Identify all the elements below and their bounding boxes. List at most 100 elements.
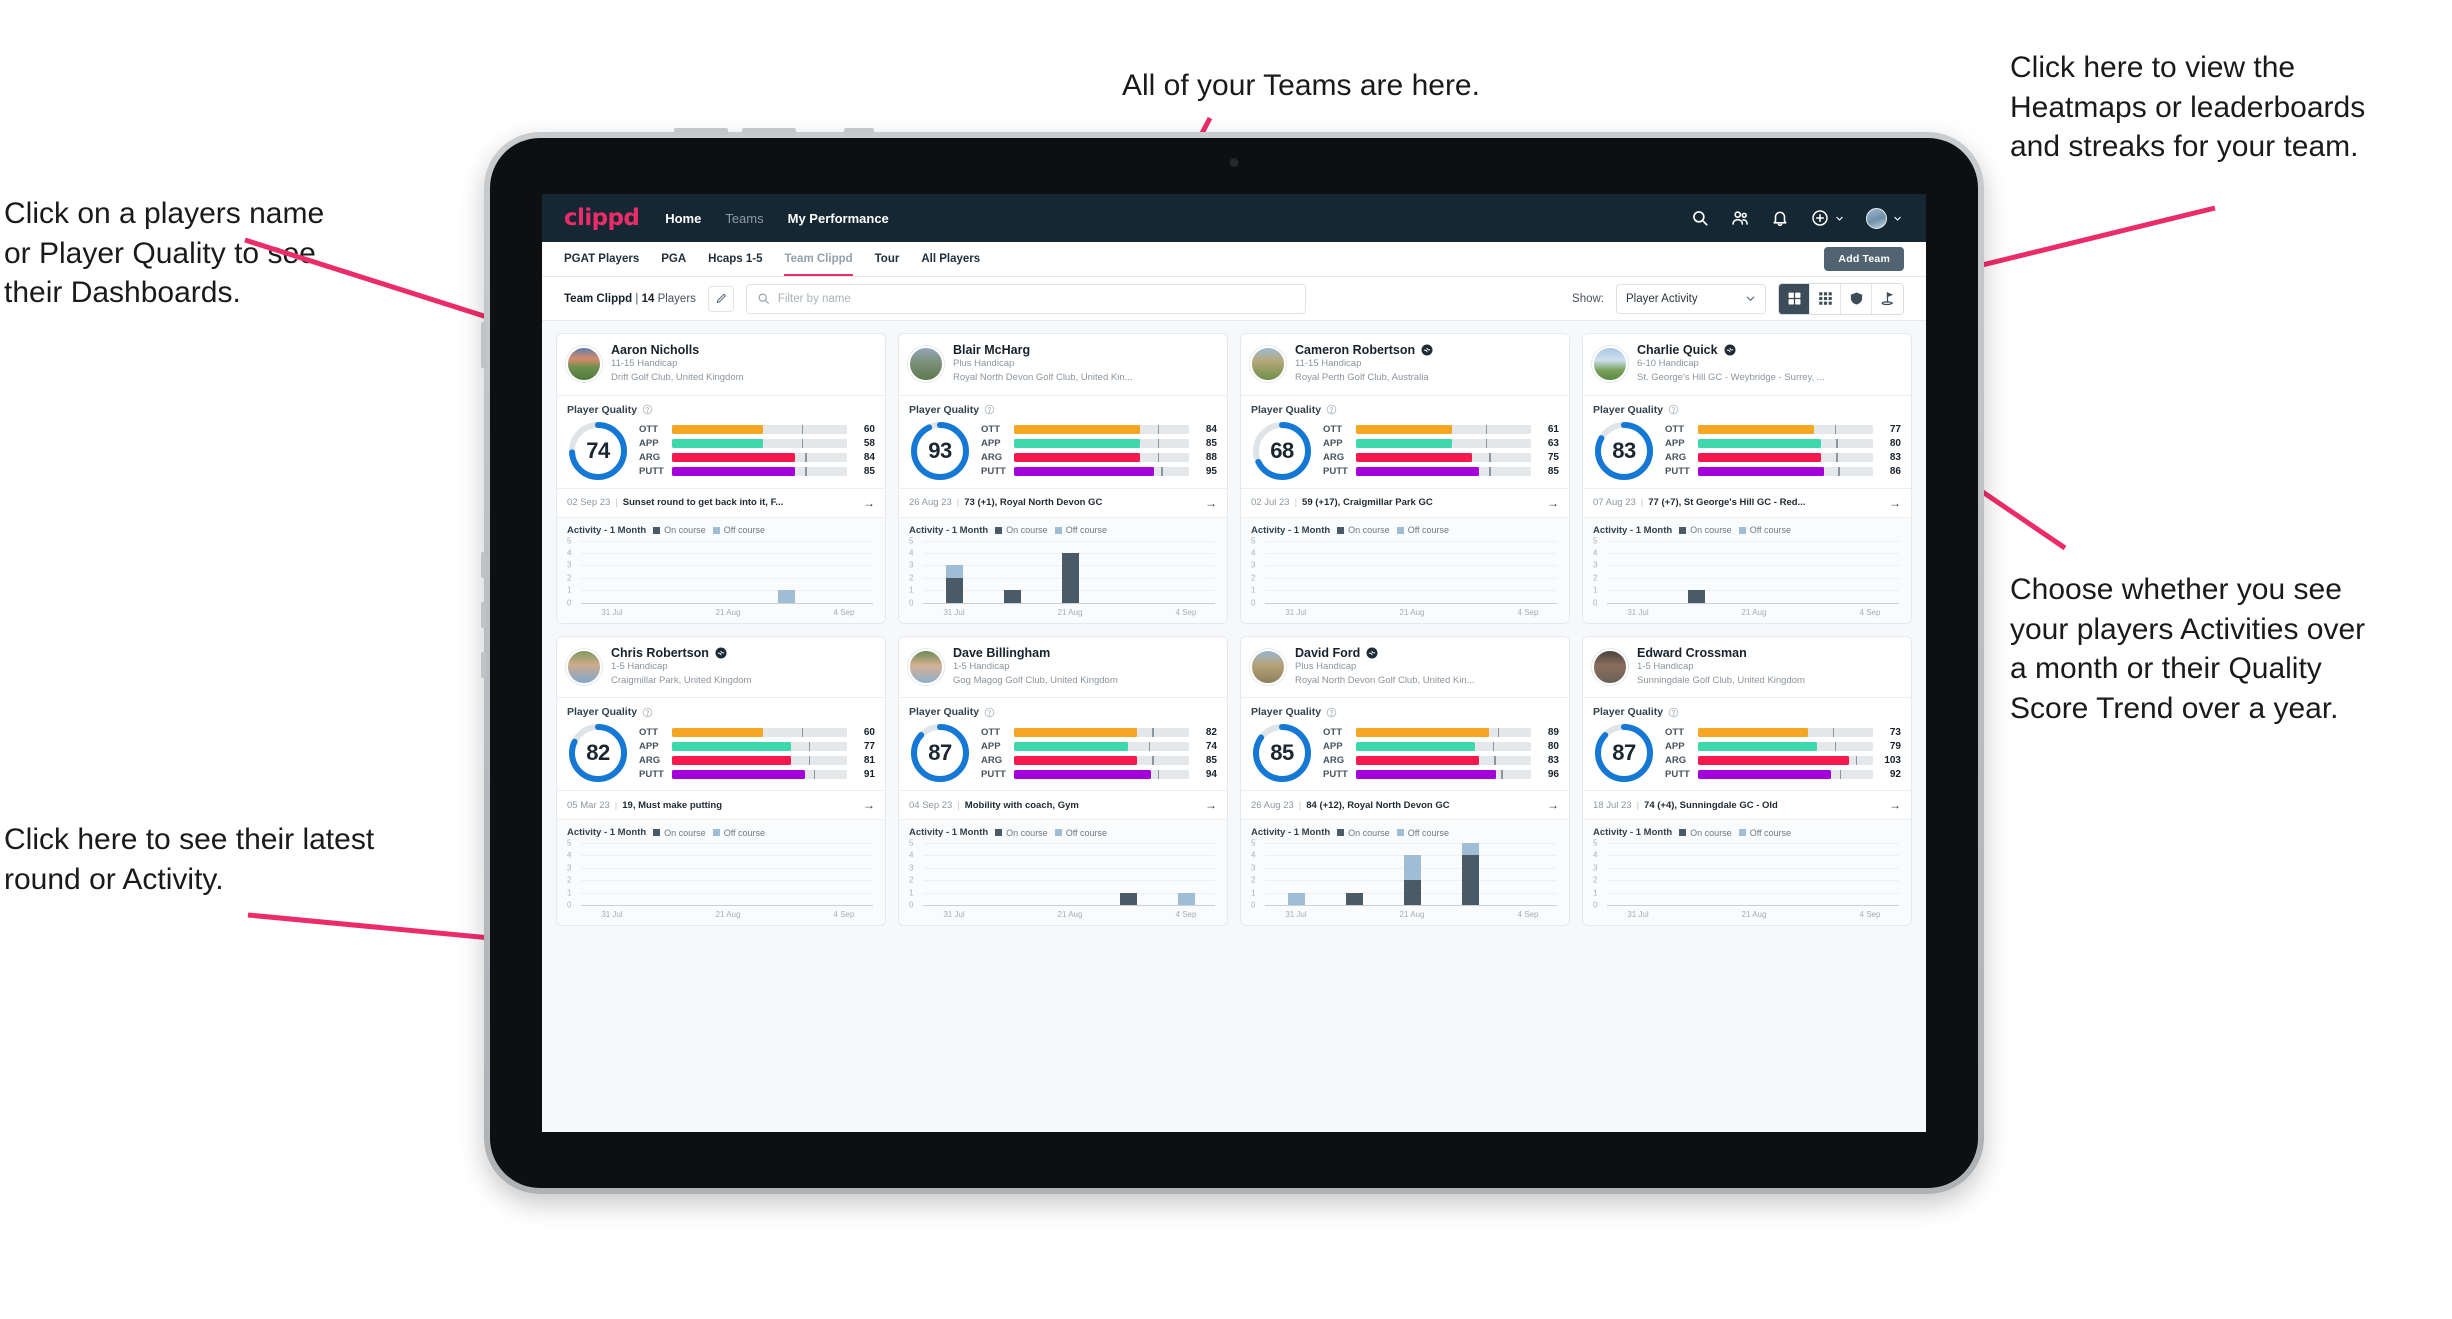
help-icon[interactable]: [1326, 707, 1337, 718]
latest-round-row[interactable]: 05 Mar 23 | 19, Must make putting →: [557, 791, 885, 820]
player-quality-section[interactable]: Player Quality 87 OTT 73 APP 79 ARG 103 PUTT 92: [1583, 698, 1911, 791]
round-arrow-icon[interactable]: →: [1547, 496, 1559, 510]
player-avatar[interactable]: [908, 648, 944, 685]
player-avatar[interactable]: [1592, 648, 1628, 685]
metric-benchmark-tick: [1494, 755, 1496, 765]
help-icon[interactable]: [642, 707, 653, 718]
player-quality-section[interactable]: Player Quality 82 OTT 60 APP 77 ARG 81 PUTT 91: [557, 698, 885, 791]
create-menu[interactable]: [1811, 209, 1844, 227]
metric-benchmark-tick: [1148, 741, 1151, 751]
player-avatar[interactable]: [566, 346, 602, 383]
help-icon[interactable]: [984, 707, 995, 718]
search-input[interactable]: [777, 292, 1295, 305]
plus-circle-icon[interactable]: [1811, 209, 1829, 227]
player-avatar[interactable]: [566, 648, 602, 685]
round-arrow-icon[interactable]: →: [1547, 798, 1559, 812]
help-icon[interactable]: [1668, 404, 1679, 415]
chart-slot: [1783, 541, 1841, 603]
player-name[interactable]: Cameron Robertson: [1295, 343, 1415, 357]
help-icon[interactable]: [984, 404, 995, 415]
player-quality-section[interactable]: Player Quality 68 OTT 61 APP 63 ARG 75 PUTT 85: [1241, 396, 1569, 489]
player-card[interactable]: Blair McHarg Plus Handicap Royal North Dev…: [898, 333, 1228, 624]
player-card[interactable]: Dave Billingham 1-5 Handicap Gog Magog Gol…: [898, 635, 1228, 926]
player-name[interactable]: Edward Crossman: [1637, 646, 1747, 660]
y-tick-label: 5: [1593, 536, 1598, 545]
latest-round-row[interactable]: 26 Aug 23 | 73 (+1), Royal North Devon GC →: [899, 489, 1227, 518]
clippd-logo[interactable]: clippd: [564, 205, 640, 231]
player-avatar[interactable]: [908, 346, 944, 383]
player-avatar[interactable]: [1592, 346, 1628, 383]
player-card[interactable]: Chris Robertson 1-5 Handicap Craigmillar P…: [556, 635, 886, 926]
activity-section: Activity - 1 Month On course Off course 5 4 3…: [1583, 517, 1911, 623]
chevron-down-icon-account[interactable]: [1893, 214, 1902, 223]
x-tick-label: 21 Aug: [1741, 607, 1767, 617]
latest-round-row[interactable]: 18 Jul 23 | 74 (+4), Sunningdale GC - Old →: [1583, 791, 1911, 820]
help-icon[interactable]: [1668, 707, 1679, 718]
round-arrow-icon[interactable]: →: [863, 798, 875, 812]
account-menu[interactable]: [1866, 207, 1902, 229]
player-card[interactable]: Cameron Robertson 11-15 Handicap Royal Per…: [1240, 333, 1570, 624]
bell-icon[interactable]: [1771, 209, 1789, 227]
show-select[interactable]: Player Activity: [1616, 283, 1766, 314]
player-name[interactable]: Chris Robertson: [611, 646, 709, 660]
y-tick-label: 4: [909, 548, 914, 558]
search-icon[interactable]: [1691, 209, 1709, 227]
player-name[interactable]: David Ford: [1295, 646, 1360, 660]
leaderboard-view-button[interactable]: [1872, 283, 1903, 314]
avatar[interactable]: [1866, 207, 1887, 229]
player-avatar[interactable]: [1250, 346, 1286, 383]
player-quality-section[interactable]: Player Quality 93 OTT 84 APP 85 ARG 88 PUTT 95: [899, 396, 1227, 489]
chart-bar-stack: [1177, 843, 1195, 905]
player-quality-section[interactable]: Player Quality 74 OTT 60 APP 58 ARG 84 PUTT 85: [557, 396, 885, 489]
edit-team-button[interactable]: [707, 285, 734, 312]
player-avatar[interactable]: [1250, 648, 1286, 685]
y-tick-label: 5: [909, 536, 914, 545]
grid-2x2-view-button[interactable]: [1779, 283, 1810, 314]
nav-link-home[interactable]: Home: [665, 211, 701, 226]
round-arrow-icon[interactable]: →: [863, 496, 875, 510]
player-name[interactable]: Charlie Quick: [1637, 343, 1718, 357]
player-card[interactable]: Charlie Quick 6-10 Handicap St. George's H…: [1582, 333, 1912, 624]
player-quality-section[interactable]: Player Quality 85 OTT 89 APP 80 ARG 83 PUTT 96: [1241, 698, 1569, 791]
metric-fill: [672, 755, 791, 765]
add-team-button[interactable]: Add Team: [1824, 247, 1904, 271]
tab-pgat-players[interactable]: PGAT Players: [564, 242, 639, 276]
latest-round-row[interactable]: 02 Sep 23 | Sunset round to get back into …: [557, 489, 885, 518]
tab-team-clippd[interactable]: Team Clippd: [784, 242, 853, 276]
tab-all-players[interactable]: All Players: [921, 242, 980, 276]
chart-slot: [757, 541, 815, 603]
metric-benchmark-tick: [805, 467, 807, 476]
search-field-wrapper[interactable]: [745, 283, 1306, 314]
heatmap-view-button[interactable]: [1841, 283, 1872, 314]
chevron-down-icon[interactable]: [1835, 214, 1844, 223]
player-name[interactable]: Aaron Nicholls: [611, 343, 699, 357]
people-icon[interactable]: [1731, 209, 1749, 227]
round-separator: |: [1636, 799, 1640, 811]
y-tick-label: 0: [567, 598, 572, 607]
nav-link-my-performance[interactable]: My Performance: [788, 211, 889, 226]
grid-3x3-view-button[interactable]: [1810, 283, 1841, 314]
help-icon[interactable]: [642, 404, 653, 415]
tab-tour[interactable]: Tour: [875, 242, 900, 276]
round-arrow-icon[interactable]: →: [1205, 798, 1217, 812]
player-card[interactable]: David Ford Plus Handicap Royal North Devon…: [1240, 635, 1570, 926]
players-board[interactable]: Aaron Nicholls 11-15 Handicap Drift Golf C…: [542, 321, 1926, 1132]
player-name[interactable]: Blair McHarg: [953, 343, 1030, 357]
tab-hcaps-1-5[interactable]: Hcaps 1-5: [708, 242, 762, 276]
player-quality-section[interactable]: Player Quality 83 OTT 77 APP 80 ARG 83 PUTT 86: [1583, 396, 1911, 489]
round-arrow-icon[interactable]: →: [1205, 496, 1217, 510]
round-arrow-icon[interactable]: →: [1889, 798, 1901, 812]
round-arrow-icon[interactable]: →: [1889, 496, 1901, 510]
help-icon[interactable]: [1326, 404, 1337, 415]
latest-round-row[interactable]: 26 Aug 23 | 84 (+12), Royal North Devon GC…: [1241, 791, 1569, 820]
player-card[interactable]: Edward Crossman 1-5 Handicap Sunningdale G…: [1582, 635, 1912, 926]
tab-pga[interactable]: PGA: [661, 242, 686, 276]
latest-round-row[interactable]: 04 Sep 23 | Mobility with coach, Gym →: [899, 791, 1227, 820]
player-card[interactable]: Aaron Nicholls 11-15 Handicap Drift Golf C…: [556, 333, 886, 624]
latest-round-row[interactable]: 02 Jul 23 | 59 (+17), Craigmillar Park GC →: [1241, 489, 1569, 518]
latest-round-row[interactable]: 07 Aug 23 | 77 (+7), St George's Hill GC -…: [1583, 489, 1911, 518]
player-quality-section[interactable]: Player Quality 87 OTT 82 APP 74 ARG 85 PUTT 94: [899, 698, 1227, 791]
nav-link-teams[interactable]: Teams: [725, 211, 763, 226]
player-name[interactable]: Dave Billingham: [953, 646, 1050, 660]
metric-benchmark-tick: [1497, 727, 1500, 737]
